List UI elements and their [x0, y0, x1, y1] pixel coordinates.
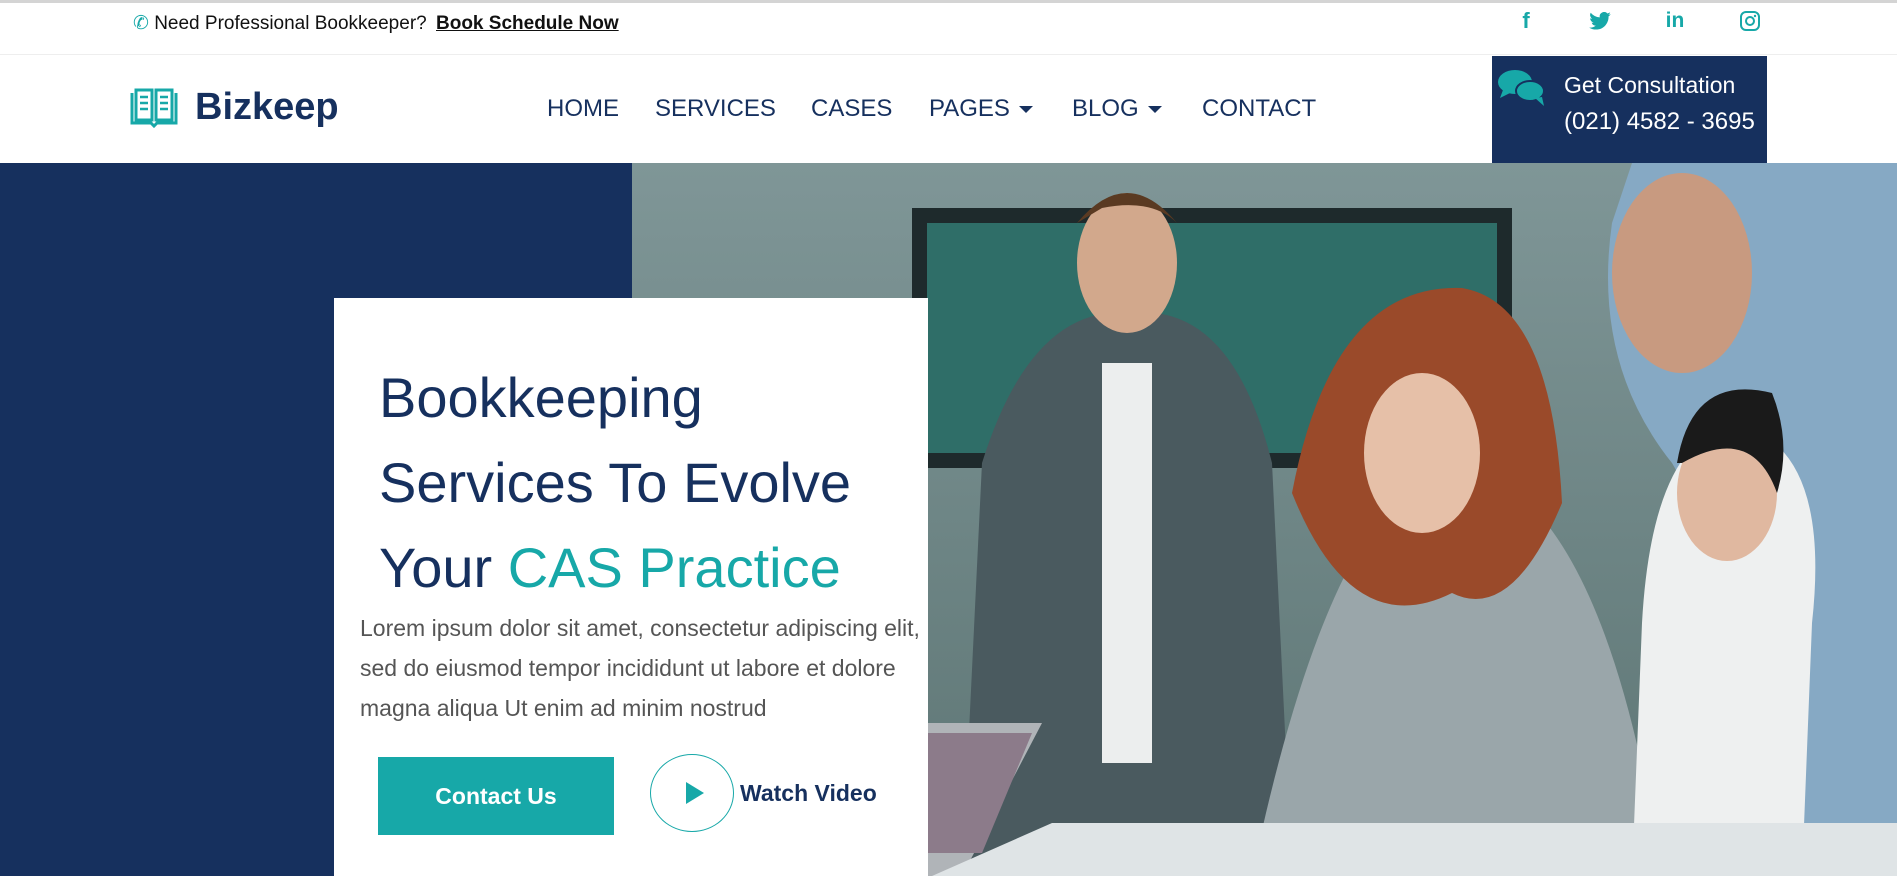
- brand-name: Bizkeep: [195, 86, 339, 128]
- nav-blog[interactable]: BLOG: [1072, 95, 1162, 123]
- nav-cases[interactable]: CASES: [811, 95, 892, 123]
- consult-phone[interactable]: (021) 4582 - 3695: [1564, 108, 1755, 136]
- hero-title-line2: Services To Evolve: [379, 451, 852, 514]
- consultation-box[interactable]: Get Consultation (021) 4582 - 3695: [1492, 56, 1767, 163]
- nav-blog-label: BLOG: [1072, 95, 1139, 122]
- instagram-icon[interactable]: [1737, 8, 1763, 34]
- nav-pages-label: PAGES: [929, 95, 1010, 122]
- watch-video-link[interactable]: Watch Video: [740, 780, 877, 807]
- book-schedule-link[interactable]: Book Schedule Now: [436, 13, 619, 34]
- hero-card: Bookkeeping Services To Evolve Your CAS …: [334, 298, 928, 876]
- nav-pages[interactable]: PAGES: [929, 95, 1033, 123]
- facebook-icon[interactable]: f: [1513, 8, 1539, 34]
- linkedin-icon[interactable]: in: [1662, 8, 1688, 34]
- top-message: ✆ Need Professional Bookkeeper? Book Sch…: [133, 12, 619, 35]
- chat-bubbles-icon: [1498, 70, 1545, 106]
- twitter-icon[interactable]: [1587, 8, 1613, 34]
- brand-logo[interactable]: Bizkeep: [129, 86, 339, 129]
- book-icon: [130, 88, 178, 128]
- hero-title-line3: Your: [379, 536, 508, 599]
- play-icon: [685, 782, 704, 804]
- top-prompt: Need Professional Bookkeeper?: [154, 13, 427, 34]
- nav-home[interactable]: HOME: [547, 95, 619, 123]
- hero-paragraph: Lorem ipsum dolor sit amet, consectetur …: [360, 615, 920, 721]
- hero-title: Bookkeeping Services To Evolve Your CAS …: [379, 355, 851, 610]
- phone-icon: ✆: [133, 13, 149, 34]
- play-video-button[interactable]: [650, 754, 734, 832]
- hero-title-line1: Bookkeeping: [379, 366, 703, 429]
- hero-title-highlight: CAS Practice: [507, 536, 841, 599]
- nav-services[interactable]: SERVICES: [655, 95, 776, 123]
- caret-down-icon: [1147, 106, 1162, 114]
- caret-down-icon: [1018, 106, 1033, 114]
- contact-us-button[interactable]: Contact Us: [378, 757, 614, 835]
- nav-contact[interactable]: CONTACT: [1202, 95, 1316, 123]
- top-bar: ✆ Need Professional Bookkeeper? Book Sch…: [0, 3, 1897, 55]
- consult-title: Get Consultation: [1564, 72, 1736, 98]
